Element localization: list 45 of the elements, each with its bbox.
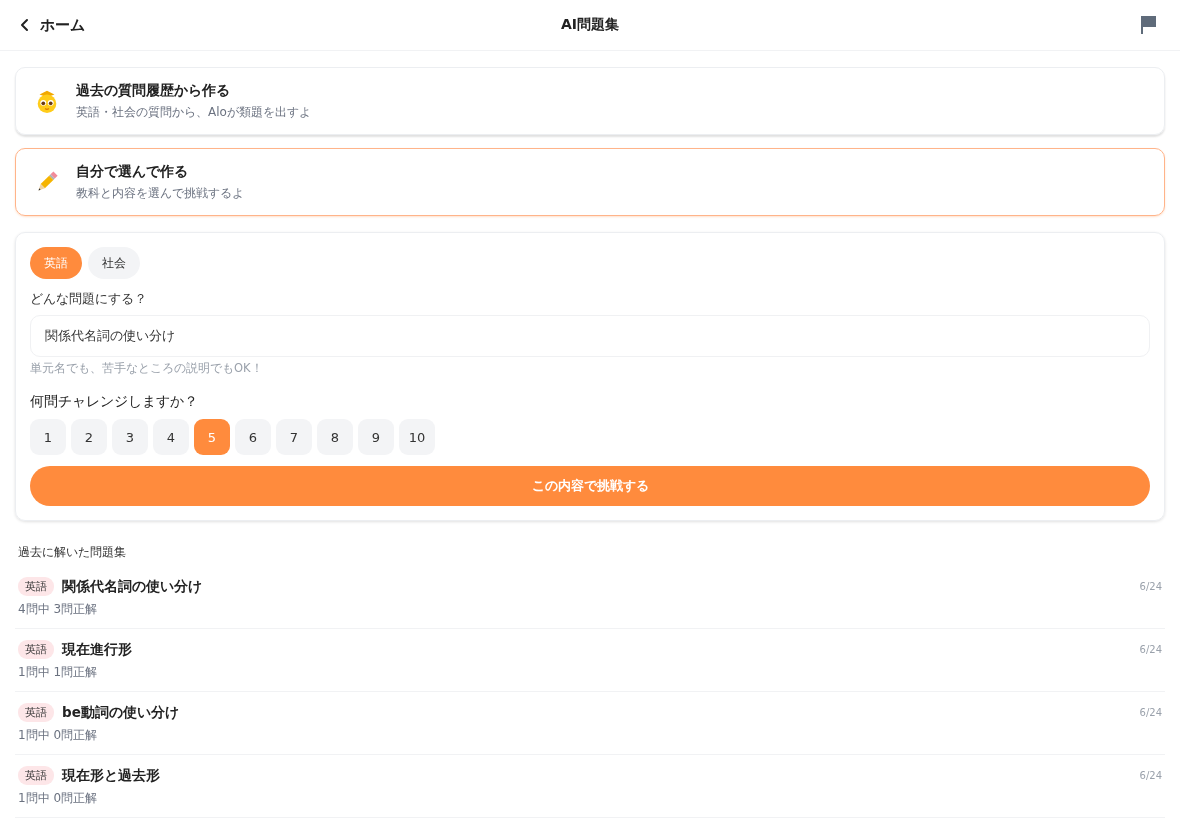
page-title: AI問題集 xyxy=(561,16,619,34)
history-item[interactable]: 英語 現在進行形 6/24 1問中 1問正解 xyxy=(15,629,1165,692)
count-option[interactable]: 4 xyxy=(153,419,189,455)
count-option[interactable]: 10 xyxy=(399,419,435,455)
item-score: 1問中 0問正解 xyxy=(18,790,99,807)
count-option[interactable]: 1 xyxy=(30,419,66,455)
count-option[interactable]: 8 xyxy=(317,419,353,455)
count-option[interactable]: 6 xyxy=(235,419,271,455)
item-title: 現在形と過去形 xyxy=(62,766,160,785)
item-date: 6/24 xyxy=(1139,770,1162,781)
topic-field[interactable]: 関係代名詞の使い分け xyxy=(30,315,1150,357)
item-date: 6/24 xyxy=(1139,707,1162,718)
section-heading: 過去に解いた問題集 xyxy=(17,544,127,561)
back-button[interactable]: ホーム xyxy=(20,15,85,35)
hint-text: 単元名でも、苦手なところの説明でもOK！ xyxy=(30,361,264,376)
subject-tag: 英語 xyxy=(18,766,54,785)
history-item[interactable]: 英語 関係代名詞の使い分け 6/24 4問中 3問正解 xyxy=(15,561,1165,629)
item-title: be動詞の使い分け xyxy=(62,703,179,722)
mode-description: 教科と内容を選んで挑戦するよ xyxy=(76,184,244,202)
count-option[interactable]: 7 xyxy=(276,419,312,455)
item-score: 1問中 0問正解 xyxy=(18,727,99,744)
count-option[interactable]: 3 xyxy=(112,419,148,455)
item-date: 6/24 xyxy=(1139,644,1162,655)
item-score: 1問中 1問正解 xyxy=(18,664,99,681)
mode-card[interactable]: 過去の質問履歴から作る 英語・社会の質問から、Aloが類題を出すよ xyxy=(15,67,1165,135)
history-item[interactable]: 英語 be動詞の使い分け 6/24 1問中 0問正解 xyxy=(15,692,1165,755)
flag-icon[interactable] xyxy=(1140,15,1158,35)
count-option[interactable]: 2 xyxy=(71,419,107,455)
item-title: 現在進行形 xyxy=(62,640,132,659)
mode-title: 自分で選んで作る xyxy=(76,162,189,181)
count-label: 何問チャレンジしますか？ xyxy=(30,393,199,411)
subject-tag: 英語 xyxy=(18,577,54,596)
item-score: 4問中 3問正解 xyxy=(18,601,99,618)
subject-tab[interactable]: 社会 xyxy=(88,247,140,279)
item-date: 6/24 xyxy=(1139,581,1162,592)
field-label: どんな問題にする？ xyxy=(30,291,148,308)
subject-tag: 英語 xyxy=(18,703,54,722)
item-title: 関係代名詞の使い分け xyxy=(62,577,202,596)
mode-description: 英語・社会の質問から、Aloが類題を出すよ xyxy=(76,103,311,121)
mode-title: 過去の質問履歴から作る xyxy=(76,81,231,100)
count-option[interactable]: 9 xyxy=(358,419,394,455)
history-item[interactable]: 英語 現在形と過去形 6/24 1問中 0問正解 xyxy=(15,755,1165,818)
back-icon xyxy=(20,18,30,32)
mode-card[interactable]: 自分で選んで作る 教科と内容を選んで挑戦するよ xyxy=(15,148,1165,216)
subject-tag: 英語 xyxy=(18,640,54,659)
